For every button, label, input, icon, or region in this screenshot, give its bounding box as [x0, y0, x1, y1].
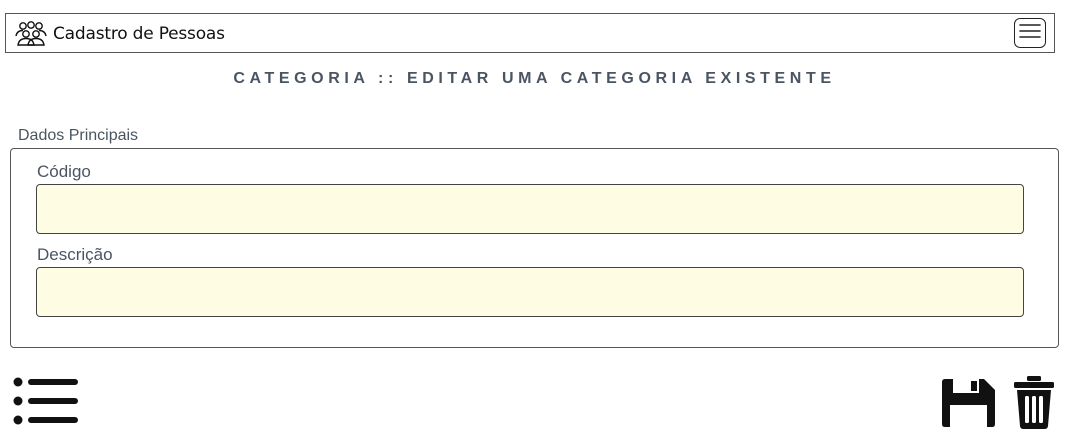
people-group-icon — [14, 21, 48, 47]
hamburger-menu-icon — [1019, 22, 1041, 44]
save-button[interactable] — [940, 378, 996, 432]
section-legend: Dados Principais — [18, 127, 139, 144]
brand-label: Cadastro de Pessoas — [53, 24, 225, 44]
codigo-input[interactable] — [36, 184, 1024, 234]
hamburger-menu-button[interactable] — [1014, 18, 1046, 48]
list-button[interactable] — [12, 376, 80, 430]
descricao-input[interactable] — [36, 267, 1024, 317]
page-title: CATEGORIA :: EDITAR UMA CATEGORIA EXISTE… — [233, 70, 836, 87]
codigo-label: Código — [37, 162, 91, 181]
main-data-fieldset — [10, 148, 1059, 348]
descricao-label: Descrição — [37, 245, 113, 264]
floppy-disk-save-icon — [940, 379, 996, 432]
brand-link[interactable]: Cadastro de Pessoas — [14, 14, 225, 54]
top-navbar: Cadastro de Pessoas — [5, 13, 1055, 53]
trash-delete-icon — [1012, 376, 1056, 434]
list-icon — [12, 377, 80, 430]
delete-button[interactable] — [1012, 374, 1056, 434]
